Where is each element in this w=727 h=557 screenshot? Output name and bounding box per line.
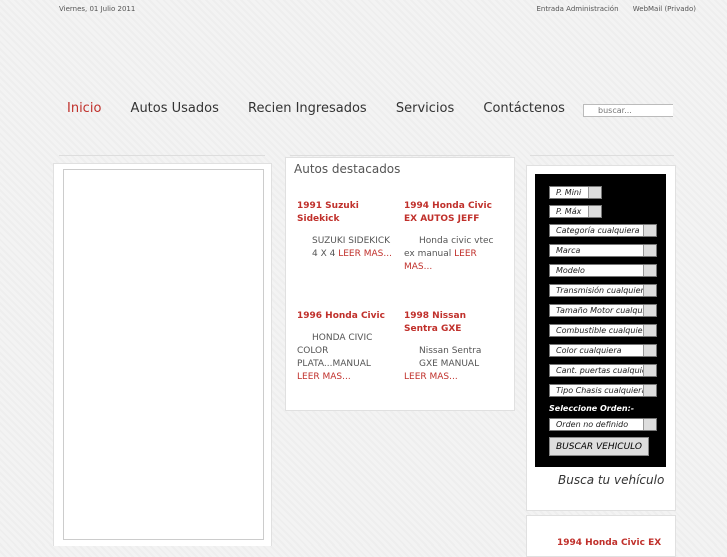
car-description: Nissan Sentra GXE MANUAL (419, 346, 482, 369)
chevron-down-icon (643, 265, 656, 276)
car-description: HONDA CIVIC COLOR PLATA...MANUAL LEER MA… (297, 333, 373, 382)
transmission-select[interactable]: Transmisión cualquiera (549, 284, 657, 297)
featured-car: 1991 Suzuki Sidekick SUZUKI SIDEKICK 4 X… (297, 200, 392, 261)
color-select[interactable]: Color cualquiera (549, 344, 657, 357)
engine-size-select[interactable]: Tamaño Motor cualquiera (549, 304, 657, 317)
nav-item-inicio[interactable]: Inicio (67, 101, 101, 116)
chevron-down-icon (643, 245, 656, 256)
date-text: Viernes, 01 Julio 2011 (59, 5, 136, 13)
chevron-down-icon (643, 305, 656, 316)
car-title[interactable]: 1991 Suzuki Sidekick (297, 200, 392, 226)
search-input[interactable] (583, 104, 673, 117)
car-title[interactable]: 1994 Honda Civic EX AUTOS JEFF (404, 200, 499, 226)
search-caption: Busca tu vehículo (558, 473, 665, 487)
featured-title: Autos destacados (294, 162, 401, 176)
featured-car: 1998 Nissan Sentra GXE Nissan Sentra GXE… (404, 310, 499, 384)
order-select[interactable]: Orden no definido (549, 418, 657, 431)
make-select[interactable]: Marca (549, 244, 657, 257)
webmail-link[interactable]: WebMail (Privado) (633, 5, 696, 13)
doors-select[interactable]: Cant. puertas cualquiera (549, 364, 657, 377)
chevron-down-icon (643, 325, 656, 336)
max-price-select[interactable]: P. Máx (549, 205, 602, 218)
nav-item-autos-usados[interactable]: Autos Usados (131, 101, 219, 116)
nav-item-recien-ingresados[interactable]: Recien Ingresados (248, 101, 367, 116)
divider (530, 155, 674, 156)
category-select[interactable]: Categoría cualquiera (549, 224, 657, 237)
chevron-down-icon (643, 419, 656, 430)
recent-panel (526, 515, 676, 557)
car-title[interactable]: 1996 Honda Civic (297, 310, 392, 323)
chevron-down-icon (643, 345, 656, 356)
read-more-link[interactable]: LEER MAS... (297, 372, 351, 382)
chevron-down-icon (643, 365, 656, 376)
car-description: SUZUKI SIDEKICK 4 X 4 LEER MAS... (312, 236, 392, 259)
car-title[interactable]: 1998 Nissan Sentra GXE (404, 310, 499, 336)
chevron-down-icon (643, 385, 656, 396)
image-placeholder (63, 169, 264, 540)
chevron-down-icon (588, 187, 601, 198)
chevron-down-icon (643, 285, 656, 296)
divider (59, 155, 265, 156)
chevron-down-icon (643, 225, 656, 236)
model-select[interactable]: Modelo (549, 264, 657, 277)
divider (290, 155, 510, 156)
featured-car: 1994 Honda Civic EX AUTOS JEFF Honda civ… (404, 200, 499, 274)
read-more-link[interactable]: LEER MAS... (404, 371, 499, 384)
featured-car: 1996 Honda Civic HONDA CIVIC COLOR PLATA… (297, 310, 392, 384)
admin-login-link[interactable]: Entrada Administración (536, 5, 618, 13)
order-label: Seleccione Orden:- (549, 404, 635, 413)
read-more-link[interactable]: LEER MAS... (338, 249, 392, 259)
nav-item-servicios[interactable]: Servicios (396, 101, 454, 116)
chevron-down-icon (588, 206, 601, 217)
main-nav: Inicio Autos Usados Recien Ingresados Se… (67, 101, 590, 116)
chassis-select[interactable]: Tipo Chasis cualquiera (549, 384, 657, 397)
fuel-select[interactable]: Combustible cualquiera (549, 324, 657, 337)
car-description: Honda civic vtec ex manual LEER MAS... (404, 236, 494, 272)
top-links: Entrada Administración WebMail (Privado) (524, 5, 696, 13)
nav-item-contactenos[interactable]: Contáctenos (483, 101, 565, 116)
recent-car-link[interactable]: 1994 Honda Civic EX (557, 538, 661, 548)
min-price-select[interactable]: P. Mini (549, 186, 602, 199)
search-vehicle-button[interactable]: BUSCAR VEHICULO (549, 437, 649, 456)
